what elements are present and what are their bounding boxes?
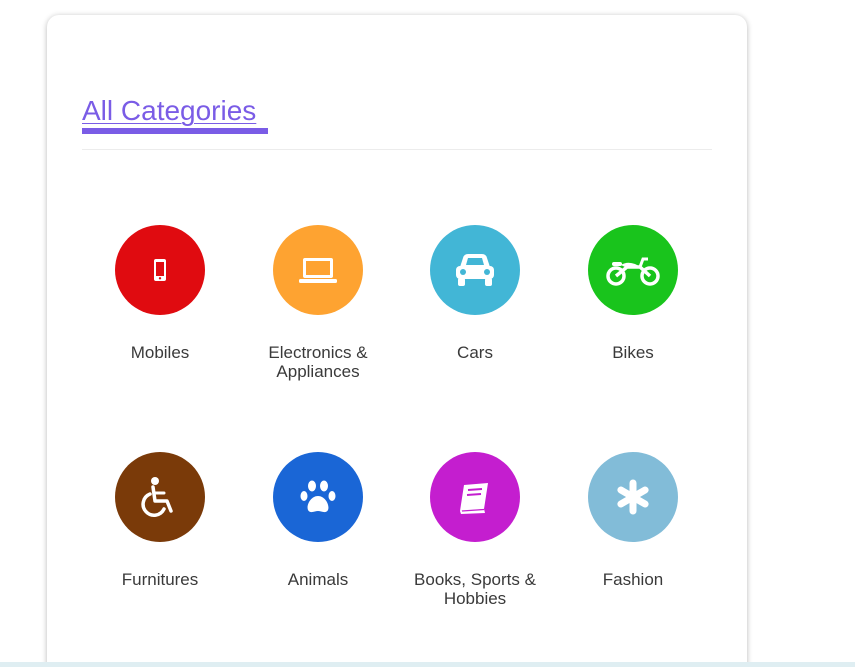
category-cars[interactable]: Cars <box>405 225 545 362</box>
category-label: Animals <box>287 570 349 589</box>
category-furnitures[interactable]: Furnitures <box>90 452 230 589</box>
category-label: Cars <box>457 343 493 362</box>
laptop-icon <box>273 225 363 315</box>
category-fashion[interactable]: Fashion <box>563 452 703 589</box>
car-icon <box>430 225 520 315</box>
page-title: All Categories <box>82 95 257 126</box>
category-label: Furnitures <box>121 570 199 589</box>
paw-icon <box>273 452 363 542</box>
book-icon <box>430 452 520 542</box>
category-bikes[interactable]: Bikes <box>563 225 703 362</box>
category-label: Fashion <box>602 570 664 589</box>
category-label: Books, Sports & Hobbies <box>414 570 536 608</box>
wheelchair-icon <box>115 452 205 542</box>
categories-card: All Categories Mobiles Electronics & App… <box>47 15 747 667</box>
category-label: Electronics & Appliances <box>268 343 368 381</box>
category-electronics[interactable]: Electronics & Appliances <box>248 225 388 381</box>
page: All Categories Mobiles Electronics & App… <box>0 0 855 667</box>
category-books[interactable]: Books, Sports & Hobbies <box>405 452 545 608</box>
asterisk-icon <box>588 452 678 542</box>
heading-section: All Categories <box>82 95 712 150</box>
category-label: Bikes <box>612 343 654 362</box>
mobile-phone-icon <box>115 225 205 315</box>
category-label: Mobiles <box>130 343 190 362</box>
category-animals[interactable]: Animals <box>248 452 388 589</box>
bottom-strip <box>0 662 855 667</box>
motorcycle-icon <box>588 225 678 315</box>
category-mobiles[interactable]: Mobiles <box>90 225 230 362</box>
heading-underline-bar <box>82 128 268 134</box>
